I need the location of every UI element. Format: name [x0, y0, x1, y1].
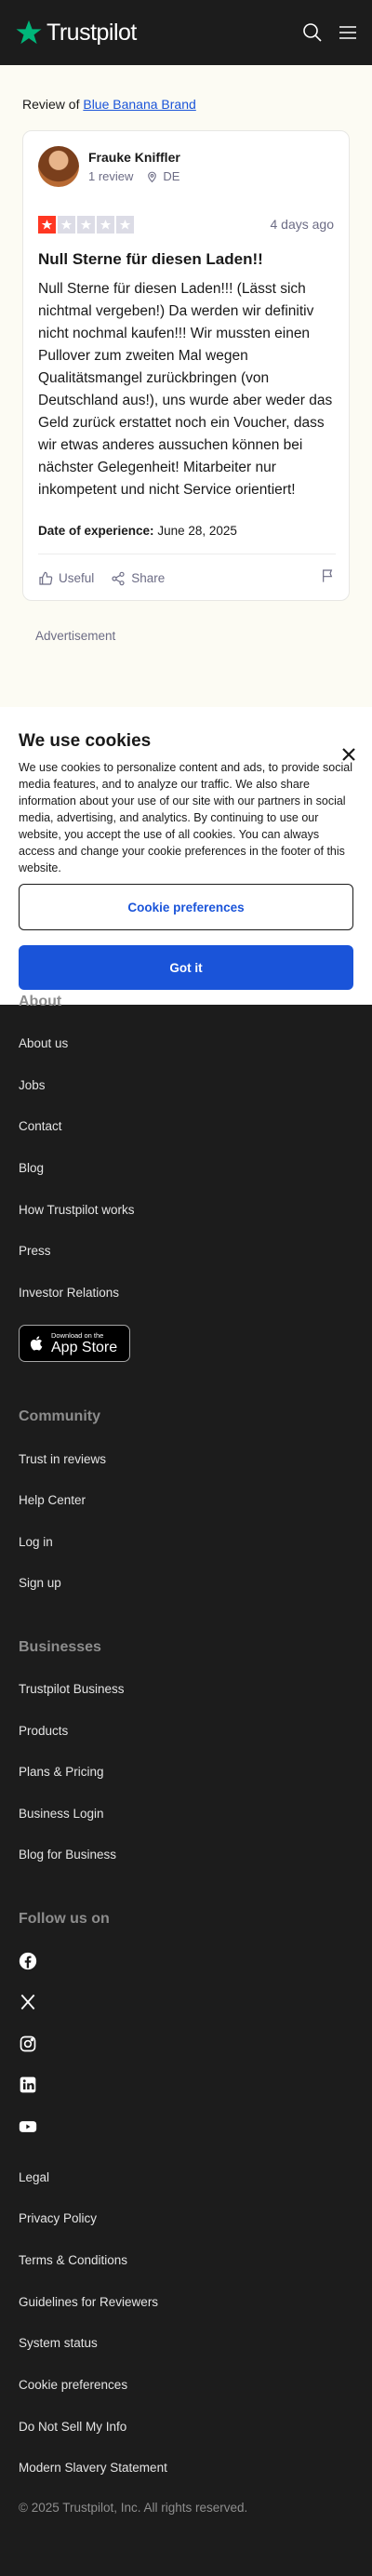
reviewer-review-count: 1 review — [88, 169, 134, 183]
share-label: Share — [131, 571, 166, 585]
reviewer-info[interactable]: Frauke Kniffler 1 review DE — [38, 146, 180, 187]
app-store-big-text: App Store — [51, 1339, 118, 1355]
footer-link-jobs[interactable]: Jobs — [19, 1078, 46, 1092]
footer-link-investor-relations[interactable]: Investor Relations — [19, 1286, 119, 1300]
date-of-experience: Date of experience: June 28, 2025 — [38, 524, 237, 538]
logo-text: Trustpilot — [46, 19, 137, 46]
share-icon — [112, 571, 125, 585]
trustpilot-logo[interactable]: Trustpilot — [15, 19, 137, 47]
footer-link-business-login[interactable]: Business Login — [19, 1807, 104, 1821]
footer-heading-about: About — [19, 994, 62, 1009]
cookie-title: We use cookies — [19, 731, 152, 751]
review-title[interactable]: Null Sterne für diesen Laden!! — [38, 250, 336, 269]
footer-link-privacy-policy[interactable]: Privacy Policy — [19, 2211, 97, 2225]
cookie-preferences-button[interactable]: Cookie preferences — [19, 884, 353, 930]
footer-link-do-not-sell[interactable]: Do Not Sell My Info — [19, 2420, 126, 2434]
review-date: 4 days ago — [270, 217, 335, 232]
star-rating — [38, 216, 134, 234]
star-filled-icon — [38, 216, 56, 234]
footer-link-sign-up[interactable]: Sign up — [19, 1576, 61, 1590]
avatar[interactable] — [38, 146, 79, 187]
footer-link-contact[interactable]: Contact — [19, 1119, 62, 1133]
footer-link-plans-pricing[interactable]: Plans & Pricing — [19, 1765, 104, 1779]
got-it-button[interactable]: Got it — [19, 945, 353, 990]
footer-heading-businesses: Businesses — [19, 1639, 101, 1655]
company-link[interactable]: Blue Banana Brand — [83, 97, 195, 112]
footer-link-help-center[interactable]: Help Center — [19, 1493, 86, 1507]
flag-icon[interactable] — [321, 568, 336, 588]
footer-heading-follow: Follow us on — [19, 1911, 110, 1927]
review-of-prefix: Review of — [22, 97, 80, 112]
site-header: Trustpilot — [0, 0, 372, 65]
review-of-line: Review of Blue Banana Brand — [22, 97, 196, 112]
footer-link-how-it-works[interactable]: How Trustpilot works — [19, 1203, 135, 1217]
linkedin-icon[interactable] — [19, 2075, 37, 2094]
footer-link-blog-for-business[interactable]: Blog for Business — [19, 1848, 116, 1862]
star-empty-icon — [58, 216, 75, 234]
instagram-icon[interactable] — [19, 2035, 37, 2053]
app-store-small-text: Download on the — [51, 1330, 104, 1340]
advertisement-label: Advertisement — [35, 629, 116, 643]
star-empty-icon — [77, 216, 95, 234]
app-store-badge[interactable]: Download on the App Store — [19, 1325, 130, 1362]
trustpilot-star-icon — [16, 20, 42, 45]
x-icon[interactable] — [19, 1993, 37, 2011]
useful-button[interactable]: Useful — [38, 571, 94, 586]
review-body: Null Sterne für diesen Laden!!! (Lässt s… — [38, 281, 333, 498]
youtube-icon[interactable] — [19, 2117, 37, 2136]
facebook-icon[interactable] — [19, 1952, 37, 1970]
review-actions: Useful Share — [38, 568, 336, 588]
menu-icon[interactable] — [337, 21, 359, 44]
main-content: Review of Blue Banana Brand Frauke Kniff… — [0, 65, 372, 707]
apple-icon — [30, 1336, 43, 1351]
footer-link-cookie-preferences[interactable]: Cookie preferences — [19, 2378, 127, 2392]
reviewer-name[interactable]: Frauke Kniffler — [88, 150, 180, 165]
footer-link-blog[interactable]: Blog — [19, 1161, 44, 1175]
footer-link-guidelines-for-reviewers[interactable]: Guidelines for Reviewers — [19, 2295, 158, 2309]
footer-link-modern-slavery[interactable]: Modern Slavery Statement — [19, 2461, 167, 2475]
review-card: Frauke Kniffler 1 review DE 4 days ago N… — [22, 130, 350, 601]
footer-link-terms[interactable]: Terms & Conditions — [19, 2253, 127, 2267]
footer-link-press[interactable]: Press — [19, 1244, 51, 1258]
copyright: © 2025 Trustpilot, Inc. All rights reser… — [19, 2501, 248, 2515]
footer-link-legal[interactable]: Legal — [19, 2170, 49, 2184]
share-button[interactable]: Share — [111, 571, 165, 586]
search-icon[interactable] — [301, 21, 324, 44]
footer-link-trustpilot-business[interactable]: Trustpilot Business — [19, 1682, 125, 1696]
footer-heading-community: Community — [19, 1408, 100, 1424]
footer-link-trust-in-reviews[interactable]: Trust in reviews — [19, 1452, 106, 1466]
cookie-banner: We use cookies We use cookies to persona… — [0, 707, 372, 1005]
footer-link-system-status[interactable]: System status — [19, 2336, 98, 2350]
footer-link-products[interactable]: Products — [19, 1724, 68, 1738]
cookie-text: We use cookies to personalize content an… — [19, 761, 353, 874]
star-empty-icon — [116, 216, 134, 234]
thumbs-up-icon — [39, 571, 53, 585]
footer-link-log-in[interactable]: Log in — [19, 1535, 53, 1549]
experience-date: June 28, 2025 — [157, 524, 237, 538]
useful-label: Useful — [59, 571, 95, 585]
experience-label: Date of experience: — [38, 524, 154, 538]
location-pin-icon — [148, 171, 157, 182]
footer-link-about-us[interactable]: About us — [19, 1036, 68, 1050]
star-empty-icon — [97, 216, 114, 234]
reviewer-country: DE — [163, 169, 180, 183]
